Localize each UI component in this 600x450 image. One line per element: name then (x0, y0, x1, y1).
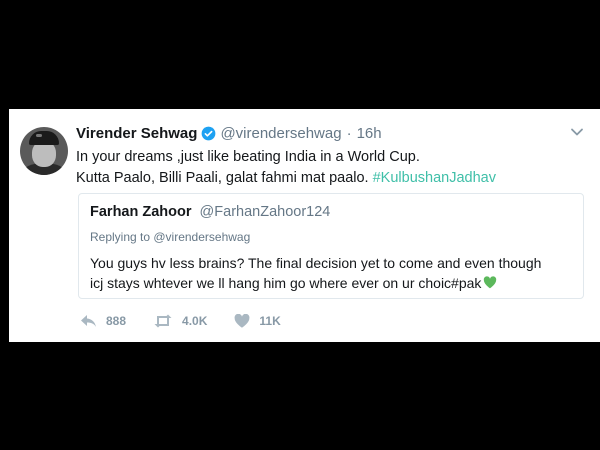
quoted-tweet[interactable]: Farhan Zahoor @FarhanZahoor124 Replying … (78, 193, 584, 299)
verified-icon (202, 126, 216, 141)
retweet-button[interactable]: 4.0K (153, 314, 207, 328)
retweet-icon (154, 314, 172, 328)
tweet-line-1: In your dreams ,just like beating India … (76, 149, 420, 165)
tweet-text: In your dreams ,just like beating India … (76, 147, 576, 189)
replying-to: Replying to @virendersehwag (90, 230, 251, 244)
reply-button[interactable]: 888 (80, 314, 126, 328)
quoted-text: You guys hv less brains? The final decis… (90, 253, 580, 293)
quoted-author-name[interactable]: Farhan Zahoor (90, 204, 192, 220)
author-handle[interactable]: @virendersehwag (220, 125, 341, 142)
quoted-header: Farhan Zahoor @FarhanZahoor124 (90, 204, 330, 220)
separator: · (346, 125, 352, 142)
reply-count: 888 (106, 314, 127, 328)
tweet-line-2-text: Kutta Paalo, Billi Paali, galat fahmi ma… (76, 170, 373, 186)
quoted-author-handle[interactable]: @FarhanZahoor124 (200, 204, 331, 220)
quoted-line-2-text: icj stays whtever we ll hang him go wher… (90, 275, 482, 291)
tweet-actions: 888 4.0K 11K (80, 314, 308, 328)
tweet-header: Virender Sehwag @virendersehwag · 16h (76, 125, 382, 142)
quoted-line-1: You guys hv less brains? The final decis… (90, 255, 542, 271)
tweet-card[interactable]: Virender Sehwag @virendersehwag · 16h In… (9, 109, 600, 342)
like-icon (235, 314, 250, 328)
reply-icon (81, 315, 96, 327)
hashtag-link[interactable]: #KulbushanJadhav (373, 170, 496, 186)
like-button[interactable]: 11K (234, 314, 281, 328)
timestamp[interactable]: 16h (357, 125, 382, 142)
retweet-count: 4.0K (182, 314, 208, 328)
green-heart-icon (484, 276, 497, 289)
tweet-line-2: Kutta Paalo, Billi Paali, galat fahmi ma… (76, 168, 576, 189)
caret-down-icon[interactable] (570, 125, 584, 139)
avatar[interactable] (20, 127, 68, 175)
author-name[interactable]: Virender Sehwag (76, 125, 197, 142)
like-count: 11K (259, 314, 281, 328)
quoted-line-2: icj stays whtever we ll hang him go wher… (90, 273, 580, 293)
